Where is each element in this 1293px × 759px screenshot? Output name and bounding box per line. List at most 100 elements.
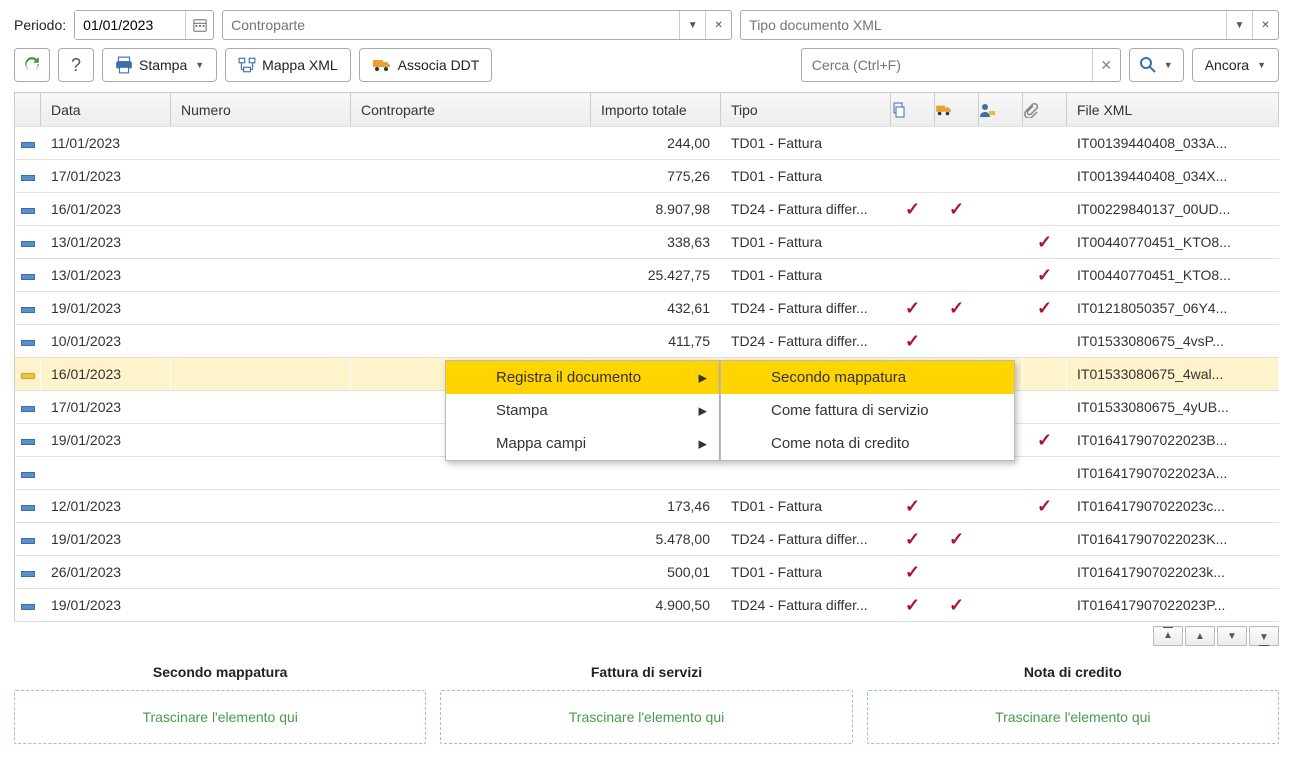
row-handle[interactable]: [15, 160, 41, 193]
cell-controparte: [351, 127, 591, 160]
calendar-icon[interactable]: [185, 11, 213, 39]
mappa-xml-label: Mappa XML: [262, 57, 337, 73]
row-handle[interactable]: [15, 358, 41, 391]
controparte-input[interactable]: [223, 11, 679, 39]
cell-icon-2: [935, 127, 979, 160]
cell-icon-4: [1023, 193, 1067, 226]
dropzone-fattura[interactable]: Trascinare l'elemento qui: [440, 690, 852, 744]
submenu-fattura-servizio[interactable]: Come fattura di servizio: [721, 394, 1014, 427]
cell-icon-3: [979, 325, 1023, 358]
row-handle[interactable]: [15, 325, 41, 358]
col-handle[interactable]: [15, 93, 41, 127]
submenu-arrow-icon: ▶: [699, 371, 707, 384]
col-icon-3[interactable]: [979, 93, 1023, 127]
ancora-button[interactable]: Ancora ▼: [1192, 48, 1279, 82]
col-data[interactable]: Data: [41, 93, 171, 127]
search-clear-icon[interactable]: ✕: [1092, 49, 1120, 81]
row-handle[interactable]: [15, 490, 41, 523]
submenu-nota-credito[interactable]: Come nota di credito: [721, 427, 1014, 460]
row-handle[interactable]: [15, 391, 41, 424]
cell-data: 19/01/2023: [41, 424, 171, 457]
cell-importo: 25.427,75: [591, 259, 721, 292]
table-row[interactable]: IT016417907022023A...: [15, 457, 1279, 490]
check-icon: ✓: [1037, 265, 1052, 285]
search-icon: [1140, 57, 1156, 73]
periodo-date-input[interactable]: [75, 11, 185, 39]
cell-data: 16/01/2023: [41, 193, 171, 226]
row-handle[interactable]: [15, 424, 41, 457]
table-row[interactable]: 17/01/2023775,26TD01 - FatturaIT00139440…: [15, 160, 1279, 193]
stampa-label: Stampa: [139, 57, 187, 73]
cell-file: IT01533080675_4vsP...: [1067, 325, 1279, 358]
tipodoc-dropdown-icon[interactable]: ▼: [1226, 11, 1252, 39]
triangle-up-icon: ▲: [1195, 631, 1205, 642]
cell-icon-3: [979, 259, 1023, 292]
dropzone-secondo[interactable]: Trascinare l'elemento qui: [14, 690, 426, 744]
nav-first-button[interactable]: ▲: [1153, 626, 1183, 646]
table-row[interactable]: 12/01/2023173,46TD01 - Fattura✓✓IT016417…: [15, 490, 1279, 523]
table-row[interactable]: 19/01/20234.900,50TD24 - Fattura differ.…: [15, 589, 1279, 622]
context-submenu: Secondo mappatura Come fattura di serviz…: [720, 360, 1015, 461]
row-handle[interactable]: [15, 523, 41, 556]
nav-prev-button[interactable]: ▲: [1185, 626, 1215, 646]
table-row[interactable]: 19/01/2023432,61TD24 - Fattura differ...…: [15, 292, 1279, 325]
cell-file: IT016417907022023c...: [1067, 490, 1279, 523]
tipodoc-clear-icon[interactable]: ✕: [1252, 11, 1278, 39]
submenu-secondo-mappatura[interactable]: Secondo mappatura: [721, 361, 1014, 394]
col-tipo[interactable]: Tipo: [721, 93, 891, 127]
refresh-button[interactable]: [14, 48, 50, 82]
associa-ddt-button[interactable]: Associa DDT: [359, 48, 493, 82]
cell-icon-2: [935, 226, 979, 259]
menu-mappa-campi[interactable]: Mappa campi ▶: [446, 427, 719, 460]
stampa-button[interactable]: Stampa ▼: [102, 48, 217, 82]
cell-file: IT00139440408_033A...: [1067, 127, 1279, 160]
search-input[interactable]: [802, 49, 1092, 81]
menu-stampa[interactable]: Stampa ▶: [446, 394, 719, 427]
controparte-clear-icon[interactable]: ✕: [705, 11, 731, 39]
col-icon-1[interactable]: [891, 93, 935, 127]
search-button[interactable]: ▼: [1129, 48, 1184, 82]
col-icon-4[interactable]: [1023, 93, 1067, 127]
col-file[interactable]: File XML: [1067, 93, 1279, 127]
cell-importo: 173,46: [591, 490, 721, 523]
table-row[interactable]: 10/01/2023411,75TD24 - Fattura differ...…: [15, 325, 1279, 358]
cell-icon-1: ✓: [891, 325, 935, 358]
help-button[interactable]: ?: [58, 48, 94, 82]
cell-numero: [171, 325, 351, 358]
cell-tipo: [721, 457, 891, 490]
table-row[interactable]: 13/01/2023338,63TD01 - Fattura✓IT0044077…: [15, 226, 1279, 259]
controparte-combo[interactable]: ▼ ✕: [222, 10, 732, 40]
tipodoc-combo[interactable]: ▼ ✕: [740, 10, 1279, 40]
cell-tipo: TD01 - Fattura: [721, 160, 891, 193]
nav-next-button[interactable]: ▼: [1217, 626, 1247, 646]
periodo-date-field[interactable]: [74, 10, 214, 40]
cell-importo: 500,01: [591, 556, 721, 589]
col-importo[interactable]: Importo totale: [591, 93, 721, 127]
table-row[interactable]: 13/01/202325.427,75TD01 - Fattura✓IT0044…: [15, 259, 1279, 292]
cell-numero: [171, 127, 351, 160]
row-handle[interactable]: [15, 259, 41, 292]
row-handle[interactable]: [15, 457, 41, 490]
search-field[interactable]: ✕: [801, 48, 1121, 82]
cell-data: 19/01/2023: [41, 523, 171, 556]
table-row[interactable]: 26/01/2023500,01TD01 - Fattura✓IT0164179…: [15, 556, 1279, 589]
menu-registra-documento[interactable]: Registra il documento ▶: [446, 361, 719, 394]
controparte-dropdown-icon[interactable]: ▼: [679, 11, 705, 39]
row-handle[interactable]: [15, 226, 41, 259]
row-handle[interactable]: [15, 589, 41, 622]
table-row[interactable]: 16/01/20238.907,98TD24 - Fattura differ.…: [15, 193, 1279, 226]
col-controparte[interactable]: Controparte: [351, 93, 591, 127]
table-row[interactable]: 11/01/2023244,00TD01 - FatturaIT00139440…: [15, 127, 1279, 160]
row-handle[interactable]: [15, 127, 41, 160]
mappa-xml-button[interactable]: Mappa XML: [225, 48, 350, 82]
nav-last-button[interactable]: ▼: [1249, 626, 1279, 646]
cell-file: IT00229840137_00UD...: [1067, 193, 1279, 226]
row-handle[interactable]: [15, 556, 41, 589]
col-numero[interactable]: Numero: [171, 93, 351, 127]
row-handle[interactable]: [15, 292, 41, 325]
col-icon-2[interactable]: [935, 93, 979, 127]
table-row[interactable]: 19/01/20235.478,00TD24 - Fattura differ.…: [15, 523, 1279, 556]
dropzone-nota[interactable]: Trascinare l'elemento qui: [867, 690, 1279, 744]
row-handle[interactable]: [15, 193, 41, 226]
tipodoc-input[interactable]: [741, 11, 1226, 39]
